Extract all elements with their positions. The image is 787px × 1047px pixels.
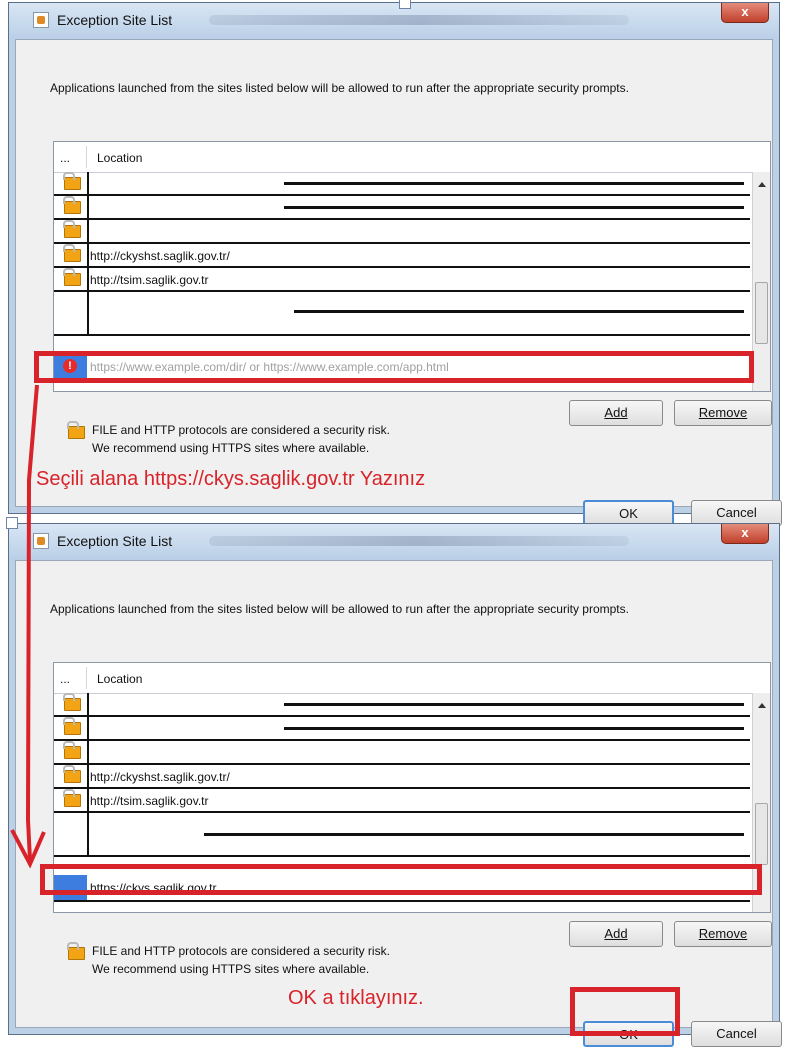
annotation-arrow — [10, 384, 46, 869]
arrow-shaft — [25, 384, 39, 861]
